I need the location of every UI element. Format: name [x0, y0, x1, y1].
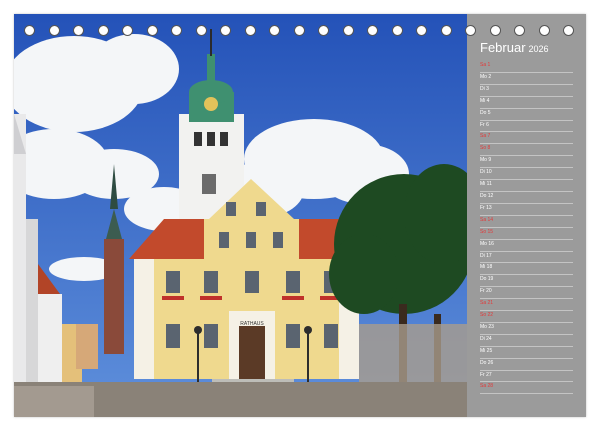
month-title: Februar 2026	[480, 40, 549, 55]
day-row: Do 5	[480, 109, 573, 121]
day-label: Di 24	[480, 335, 492, 342]
day-label: Mi 25	[480, 347, 493, 354]
day-label: Fr 6	[480, 121, 489, 128]
binding-hole	[97, 25, 109, 36]
day-label: Do 5	[480, 109, 491, 116]
binding-hole	[342, 25, 354, 36]
day-row: Mo 16	[480, 240, 573, 252]
day-label: Sa 21	[480, 300, 494, 307]
year: 2026	[528, 44, 549, 54]
day-row: Mo 9	[480, 156, 573, 169]
day-row: Fr 13	[480, 204, 573, 216]
day-label: So 8	[480, 145, 491, 152]
day-label: So 22	[480, 312, 494, 319]
binding-hole	[195, 25, 207, 36]
binding-hole	[563, 25, 574, 36]
day-row: Mi 11	[480, 180, 573, 192]
day-row: Sa 1	[480, 61, 573, 73]
binding-hole	[244, 25, 256, 36]
binding-hole	[146, 25, 158, 36]
binding-hole	[73, 25, 84, 36]
day-row: Di 10	[480, 168, 573, 181]
left-building	[14, 114, 26, 404]
binding-hole	[318, 25, 329, 36]
binding-hole	[391, 25, 403, 36]
binding-hole	[514, 25, 525, 36]
day-row: So 15	[480, 228, 573, 240]
day-label: Mo 16	[480, 240, 494, 247]
day-row: Sa 21	[480, 299, 573, 312]
day-row: Sa 7	[480, 132, 573, 145]
binding-hole	[465, 25, 476, 36]
binding-hole	[220, 25, 231, 36]
day-label: Mi 11	[480, 181, 492, 188]
day-label: Fr 13	[480, 204, 492, 211]
day-label: Sa 28	[480, 383, 494, 390]
day-list: Sa 1 Mo 2 Di 3 Mi 4 Do 5 Fr 6 Sa 7 So 8 Mo 9 Di 1…	[480, 61, 573, 395]
binding-hole	[122, 25, 133, 36]
day-label: Mo 23	[480, 323, 494, 330]
day-row: Mo 2	[480, 73, 573, 85]
day-row: Do 19	[480, 275, 573, 288]
binding-hole	[171, 25, 182, 36]
binding-hole	[416, 25, 427, 36]
binding-hole	[269, 25, 280, 36]
day-label: Sa 14	[480, 216, 494, 223]
month-name: Februar	[480, 40, 526, 55]
day-label: Sa 1	[480, 62, 491, 68]
day-label: Di 17	[480, 252, 492, 259]
day-row: Di 3	[480, 85, 573, 97]
day-label: So 15	[480, 228, 494, 235]
day-label: Di 3	[480, 85, 489, 92]
binding-hole	[293, 25, 305, 36]
day-label: Sa 7	[480, 133, 491, 140]
day-label: Do 19	[480, 276, 494, 283]
day-label: Mi 18	[480, 264, 493, 271]
day-row: Mi 18	[480, 263, 573, 276]
door-sign: RATHAUS	[240, 321, 264, 327]
day-row: Mi 4	[480, 97, 573, 109]
door	[239, 326, 265, 379]
day-row: Fr 6	[480, 121, 573, 133]
day-row: So 22	[480, 311, 573, 323]
day-row: Mo 23	[480, 323, 573, 335]
tower-clock	[204, 97, 218, 111]
day-label: Do 26	[480, 359, 494, 366]
binding-hole	[48, 25, 60, 36]
day-label: Mo 2	[480, 73, 492, 80]
day-row: Do 12	[480, 192, 573, 204]
day-label: Fr 27	[480, 371, 492, 378]
binding-hole	[440, 25, 452, 36]
binding-holes	[24, 25, 584, 37]
day-row: Di 24	[480, 335, 573, 347]
day-row: Do 26	[480, 359, 573, 371]
day-row: Fr 20	[480, 287, 573, 300]
day-label: Mo 9	[480, 157, 492, 164]
day-row: Sa 28	[480, 382, 573, 395]
binding-hole	[538, 25, 550, 36]
town-hall-photo: RATHAUS	[14, 14, 467, 417]
day-label: Di 10	[480, 169, 492, 176]
binding-hole	[367, 25, 378, 36]
day-row: Mi 25	[480, 347, 573, 359]
day-label: Mi 4	[480, 97, 490, 104]
day-label: Fr 20	[480, 288, 492, 295]
binding-hole	[489, 25, 501, 36]
town-hall-illustration: RATHAUS	[14, 14, 467, 417]
church-tower	[104, 239, 124, 354]
day-row: So 8	[480, 144, 573, 157]
day-row: Fr 27	[480, 371, 573, 383]
day-row: Di 17	[480, 252, 573, 264]
left-building-2	[26, 219, 38, 404]
day-row: Sa 14	[480, 216, 573, 228]
binding-hole	[24, 25, 35, 36]
day-label: Do 12	[480, 192, 494, 199]
